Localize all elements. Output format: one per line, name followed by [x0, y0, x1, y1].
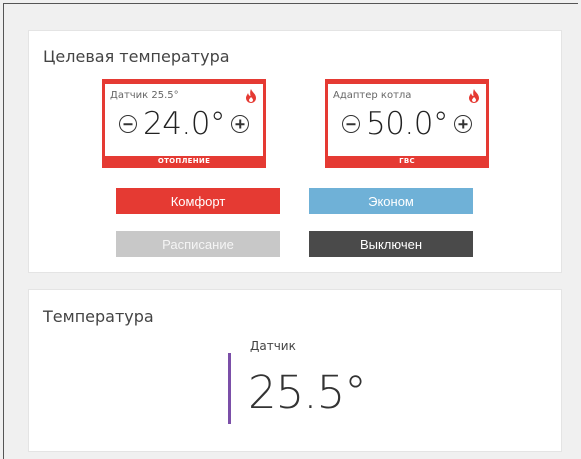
temperature-title: Температура [43, 307, 154, 326]
heating-increase-button[interactable] [231, 115, 250, 133]
flame-icon [469, 89, 479, 103]
sensor-temperature-value: 25.5° [248, 366, 367, 419]
sensor-label: Датчик [250, 339, 296, 353]
hot-water-mode-label: ГВС [399, 157, 415, 165]
hot-water-increase-button[interactable] [454, 115, 473, 133]
comfort-mode-button[interactable]: Комфорт [116, 188, 280, 214]
hot-water-dial-body: Адаптер котла 50.0° [328, 84, 486, 156]
heating-mode-label: ОТОПЛЕНИЕ [157, 157, 211, 165]
temperature-card: Температура Датчик 25.5° [28, 289, 562, 452]
heating-dial-label: Датчик 25.5° [110, 90, 179, 101]
target-temperature-card: Целевая температура Датчик 25.5° 24.0° О… [28, 30, 562, 273]
heating-decrease-button[interactable] [118, 115, 137, 133]
heating-dial-controls: 24.0° [105, 104, 263, 144]
sensor-indicator-bar [228, 353, 231, 424]
target-temperature-title: Целевая температура [43, 47, 230, 66]
hot-water-dial-controls: 50.0° [328, 104, 486, 144]
hot-water-setpoint-value: 50.0° [365, 106, 449, 142]
heating-setpoint-value: 24.0° [142, 106, 226, 142]
hot-water-dial: Адаптер котла 50.0° ГВС [325, 79, 489, 168]
hot-water-dial-label: Адаптер котла [333, 90, 412, 101]
off-mode-button[interactable]: Выключен [309, 231, 473, 257]
heating-dial: Датчик 25.5° 24.0° ОТОПЛЕНИЕ [102, 79, 266, 168]
flame-icon [246, 89, 256, 103]
app-frame: Целевая температура Датчик 25.5° 24.0° О… [3, 3, 578, 459]
hot-water-decrease-button[interactable] [341, 115, 360, 133]
econom-mode-button[interactable]: Эконом [309, 188, 473, 214]
schedule-mode-button[interactable]: Расписание [116, 231, 280, 257]
heating-dial-body: Датчик 25.5° 24.0° [105, 84, 263, 156]
